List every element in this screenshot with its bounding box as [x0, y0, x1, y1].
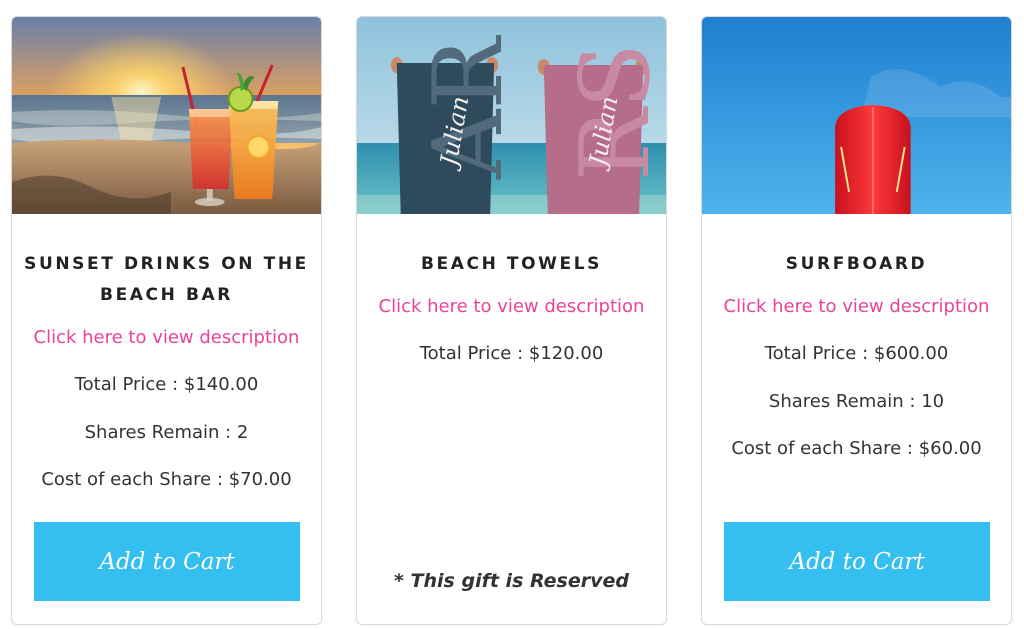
view-description-link[interactable]: Click here to view description	[12, 327, 321, 348]
product-card: SUNSET DRINKS ON THE BEACH BAR Click her…	[11, 16, 322, 625]
cost-per-share: Cost of each Share : $60.00	[731, 438, 982, 459]
cost-per-share: Cost of each Share : $70.00	[41, 469, 292, 490]
product-title: SURFBOARD	[785, 254, 928, 274]
product-image-sunset-drinks[interactable]	[12, 17, 321, 214]
product-image-surfboard[interactable]	[702, 17, 1011, 214]
product-image-beach-towels[interactable]: AR RS Julian Julian	[357, 17, 666, 214]
product-title: BEACH TOWELS	[420, 254, 603, 274]
total-price: Total Price : $600.00	[764, 343, 949, 364]
product-title: SUNSET DRINKS ON THE BEACH BAR	[24, 254, 309, 305]
add-to-cart-button[interactable]: Add to Cart	[724, 522, 990, 601]
view-description-link[interactable]: Click here to view description	[357, 296, 666, 317]
total-price: Total Price : $120.00	[419, 343, 604, 364]
view-description-link[interactable]: Click here to view description	[702, 296, 1011, 317]
reserved-note: * This gift is Reserved	[394, 570, 629, 592]
product-card: AR RS Julian Julian BEACH TOWELS Click h…	[356, 16, 667, 625]
total-price: Total Price : $140.00	[74, 374, 259, 395]
product-card: SURFBOARD Click here to view description…	[701, 16, 1012, 625]
add-to-cart-button[interactable]: Add to Cart	[34, 522, 300, 601]
shares-remain: Shares Remain : 2	[84, 422, 249, 443]
shares-remain: Shares Remain : 10	[768, 391, 945, 412]
